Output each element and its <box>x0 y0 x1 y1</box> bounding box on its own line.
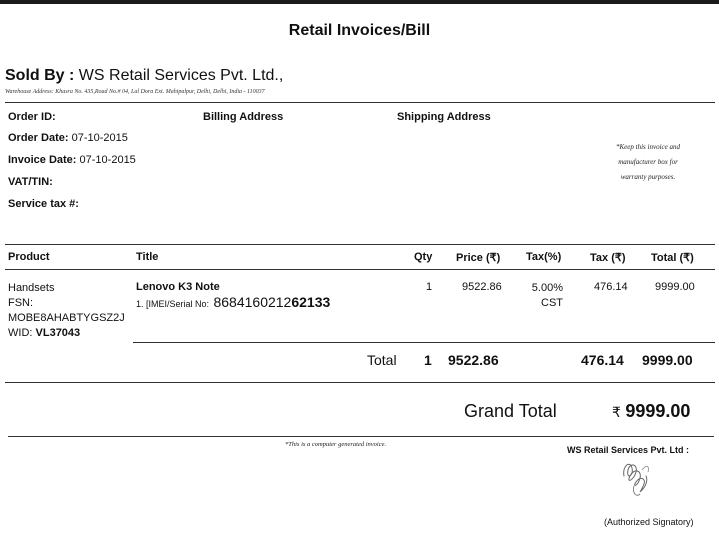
col-header-price: Price (₹) <box>456 252 501 264</box>
col-header-tax-pct: Tax(%) <box>526 251 562 263</box>
divider <box>5 102 715 103</box>
col-header-qty: Qty <box>414 251 433 263</box>
order-date-value: 07-10-2015 <box>71 132 128 144</box>
product-category: Handsets <box>8 282 55 294</box>
total-tax: 476.14 <box>581 352 624 368</box>
order-id-label: Order ID: <box>8 111 56 123</box>
grand-total-label: Grand Total <box>464 401 557 421</box>
shipping-address-label: Shipping Address <box>397 111 491 123</box>
divider <box>8 436 714 437</box>
warehouse-address: Warehouse Address: Khasra No. 435,Road N… <box>5 89 265 95</box>
wid-value: VL37043 <box>35 327 81 339</box>
warranty-note: *Keep this invoice and manufacturer box … <box>616 143 680 181</box>
top-border <box>0 0 719 4</box>
divider <box>133 342 715 343</box>
order-id-row: Order ID: <box>8 111 56 123</box>
divider <box>5 244 715 245</box>
imei-label: 1. [IMEI/Serial No: <box>136 299 210 309</box>
billing-address-label: Billing Address <box>203 111 284 123</box>
total-price: 9522.86 <box>448 352 499 368</box>
invoice-date-value: 07-10-2015 <box>79 154 136 166</box>
fsn-value: MOBE8AHABTYGSZ2J <box>8 312 125 324</box>
tax-pct-cell: 5.00% CST <box>530 281 563 311</box>
total-label: Total <box>367 352 397 368</box>
grand-total: ₹ 9999.00 <box>612 401 690 422</box>
price-cell: 9522.86 <box>462 281 502 293</box>
product-cell: Handsets FSN: MOBE8AHABTYGSZ2J WID: VL37… <box>8 281 125 341</box>
signatory-role: (Authorized Signatory) <box>604 517 694 527</box>
rupee-icon: ₹ <box>612 404 621 420</box>
service-tax-label: Service tax #: <box>8 198 79 210</box>
order-date-row: Order Date: 07-10-2015 <box>8 132 128 144</box>
invoice-date-label: Invoice Date: <box>8 154 77 166</box>
order-date-label: Order Date: <box>8 132 69 144</box>
service-tax-row: Service tax #: <box>8 198 79 210</box>
total-qty: 1 <box>424 352 432 368</box>
vat-row: VAT/TIN: <box>8 176 53 188</box>
col-header-product: Product <box>8 251 50 263</box>
qty-cell: 1 <box>426 281 433 293</box>
imei-suffix: 62133 <box>291 294 331 310</box>
imei-prefix: 8684160212 <box>213 294 292 310</box>
wid-row: WID: VL37043 <box>8 326 125 341</box>
tax-type-value: CST <box>541 297 563 309</box>
sold-by: Sold By : WS Retail Services Pvt. Ltd., <box>5 67 283 85</box>
invoice-date-row: Invoice Date: 07-10-2015 <box>8 154 136 166</box>
grand-total-value: 9999.00 <box>625 401 691 421</box>
signature-image <box>623 463 649 496</box>
fsn-label: FSN: <box>8 297 34 309</box>
invoice-title: Retail Invoices/Bill <box>288 22 431 39</box>
col-header-title: Title <box>136 251 159 263</box>
total-cell: 9999.00 <box>655 281 695 293</box>
tax-pct-value: 5.00% <box>531 282 563 294</box>
total-amount: 9999.00 <box>642 352 693 368</box>
divider <box>5 269 715 270</box>
sold-by-label: Sold By : <box>5 67 75 84</box>
signatory-company: WS Retail Services Pvt. Ltd : <box>567 445 690 455</box>
vat-label: VAT/TIN: <box>8 176 53 188</box>
wid-label: WID: <box>8 327 33 339</box>
divider <box>5 382 715 383</box>
seller-name: WS Retail Services Pvt. Ltd., <box>78 67 284 84</box>
tax-cell: 476.14 <box>594 281 628 293</box>
computer-generated-note: *This is a computer generated invoice. <box>285 441 387 448</box>
imei-row: 1. [IMEI/Serial No: 868416021262133 <box>136 294 330 312</box>
col-header-tax: Tax (₹) <box>590 252 626 264</box>
col-header-total: Total (₹) <box>651 252 694 264</box>
product-title: Lenovo K3 Note <box>136 281 220 293</box>
